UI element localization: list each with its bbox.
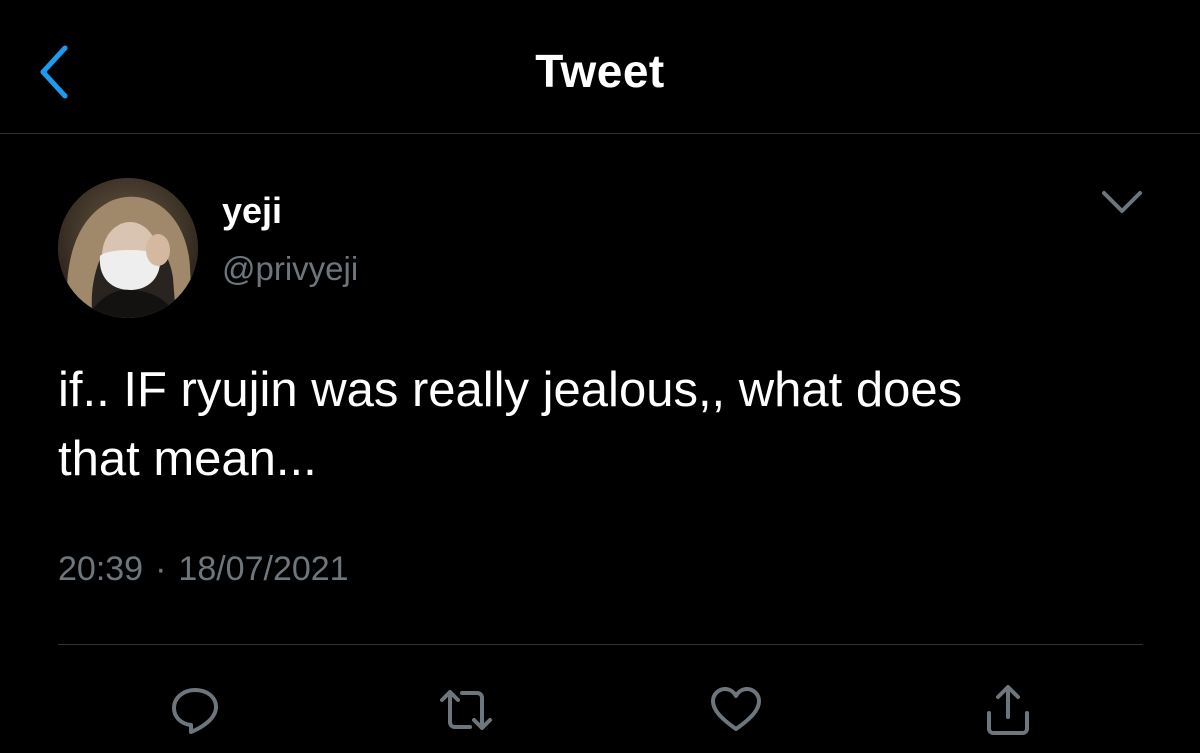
tweet-detail-screen: Tweet yeji @privyeji if.. IF ryujin was …: [0, 0, 1200, 753]
separator-dot: ·: [155, 550, 167, 588]
share-icon: [987, 685, 1029, 735]
tweet-text: if.. IF ryujin was really jealous,, what…: [58, 356, 1168, 494]
tweet-text-line: that mean...: [58, 432, 317, 486]
avatar[interactable]: [58, 178, 198, 318]
tweet-time: 20:39: [58, 550, 144, 588]
divider: [58, 644, 1143, 645]
retweet-icon: [440, 690, 492, 730]
retweet-button[interactable]: [436, 680, 496, 740]
author-display-name[interactable]: yeji: [222, 190, 282, 232]
tweet-menu-button[interactable]: [1096, 180, 1148, 224]
profile-photo: [58, 178, 198, 318]
chevron-down-icon: [1102, 191, 1142, 213]
tweet-timestamp: 20:39 · 18/07/2021: [58, 550, 349, 589]
tweet-action-bar: [0, 670, 1200, 750]
heart-icon: [711, 687, 761, 731]
tweet-date: 18/07/2021: [178, 550, 349, 588]
share-button[interactable]: [978, 680, 1038, 740]
reply-button[interactable]: [165, 680, 225, 740]
reply-icon: [172, 688, 218, 734]
top-navigation-bar: Tweet: [0, 0, 1200, 134]
page-title: Tweet: [535, 45, 665, 97]
tweet-text-line: if.. IF ryujin was really jealous,, what…: [58, 363, 963, 417]
like-button[interactable]: [706, 680, 766, 740]
author-handle[interactable]: @privyeji: [222, 250, 358, 288]
